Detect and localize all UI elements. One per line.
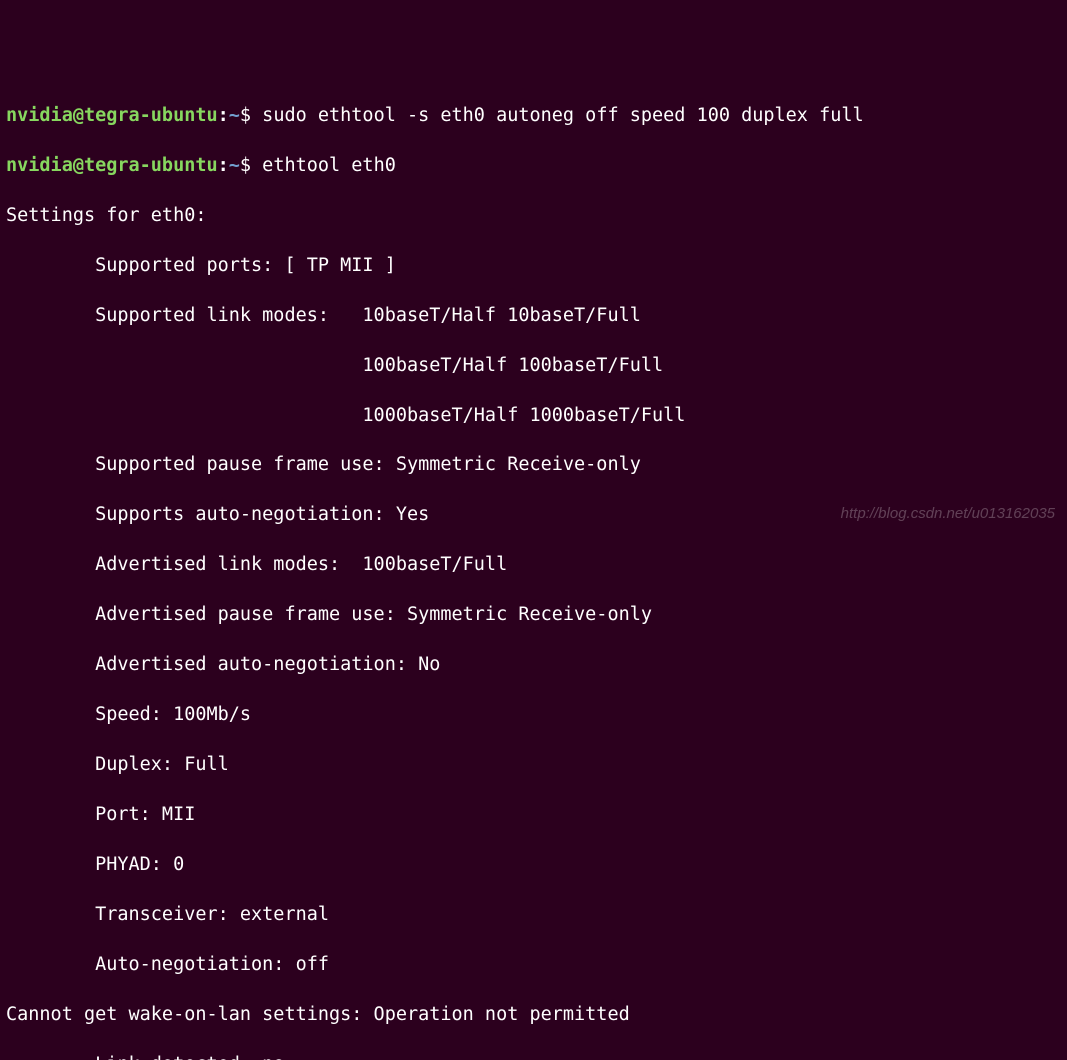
prompt-line-2: nvidia@tegra-ubuntu:~$ ethtool eth0: [6, 154, 1061, 179]
output-line: Advertised auto-negotiation: No: [6, 653, 1061, 678]
output-line: Transceiver: external: [6, 903, 1061, 928]
output-line: Auto-negotiation: off: [6, 953, 1061, 978]
prompt-line-1: nvidia@tegra-ubuntu:~$ sudo ethtool -s e…: [6, 104, 1061, 129]
command-1: sudo ethtool -s eth0 autoneg off speed 1…: [251, 105, 864, 126]
output-line: Link detected: no: [6, 1053, 1061, 1060]
output-line: Advertised pause frame use: Symmetric Re…: [6, 603, 1061, 628]
watermark-text: http://blog.csdn.net/u013162035: [841, 504, 1055, 524]
prompt-user-host: nvidia@tegra-ubuntu: [6, 105, 218, 126]
output-line: Port: MII: [6, 803, 1061, 828]
output-line: 100baseT/Half 100baseT/Full: [6, 354, 1061, 379]
prompt-dollar: $: [240, 155, 251, 176]
output-line: Supported ports: [ TP MII ]: [6, 254, 1061, 279]
command-2: ethtool eth0: [251, 155, 396, 176]
prompt-dollar: $: [240, 105, 251, 126]
output-line: Supported pause frame use: Symmetric Rec…: [6, 453, 1061, 478]
prompt-user-host: nvidia@tegra-ubuntu: [6, 155, 218, 176]
output-line: Supported link modes: 10baseT/Half 10bas…: [6, 304, 1061, 329]
output-line: Speed: 100Mb/s: [6, 703, 1061, 728]
output-line: PHYAD: 0: [6, 853, 1061, 878]
prompt-colon: :: [218, 155, 229, 176]
prompt-colon: :: [218, 105, 229, 126]
output-line: Advertised link modes: 100baseT/Full: [6, 553, 1061, 578]
output-line: 1000baseT/Half 1000baseT/Full: [6, 404, 1061, 429]
prompt-path: ~: [229, 105, 240, 126]
prompt-path: ~: [229, 155, 240, 176]
output-line: Cannot get wake-on-lan settings: Operati…: [6, 1003, 1061, 1028]
output-line: Duplex: Full: [6, 753, 1061, 778]
output-line: Settings for eth0:: [6, 204, 1061, 229]
